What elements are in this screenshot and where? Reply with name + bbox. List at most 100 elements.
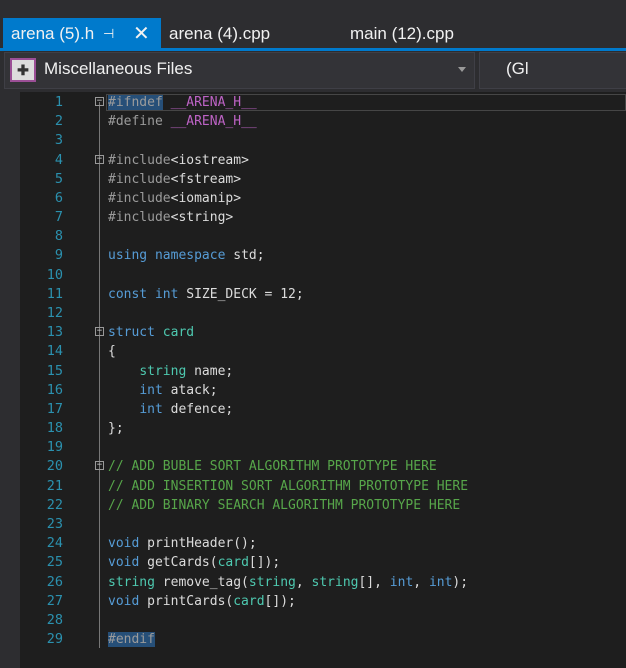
code-line[interactable]: 13 − struct card	[20, 323, 626, 342]
code-token: printCards(	[139, 593, 234, 609]
project-dropdown[interactable]: ✚ Miscellaneous Files	[4, 52, 475, 89]
code-text: string remove_tag(string, string[], int,…	[108, 573, 468, 592]
line-number: 20	[46, 458, 63, 475]
code-token: void	[108, 593, 140, 609]
line-number: 19	[46, 439, 63, 456]
code-token: <string>	[170, 210, 234, 226]
scope-dropdown[interactable]: (Gl	[479, 52, 626, 89]
code-token: int	[154, 286, 179, 302]
code-line[interactable]: 29 #endif	[20, 630, 626, 649]
code-token: string	[311, 574, 359, 590]
code-line[interactable]: 17 int defence;	[20, 400, 626, 419]
code-line[interactable]: 7 #include<string>	[20, 208, 626, 227]
close-icon[interactable]: ✕	[133, 18, 150, 50]
code-line[interactable]: 11 const int SIZE_DECK = 12;	[20, 285, 626, 304]
tab-label: arena (5).h	[11, 24, 95, 43]
line-number: 14	[46, 343, 63, 360]
code-line[interactable]: 20 −// ADD BUBLE SORT ALGORITHM PROTOTYPE…	[20, 457, 626, 476]
collapse-icon[interactable]: −	[95, 461, 104, 471]
code-token: atack;	[162, 382, 218, 398]
code-line[interactable]: 3	[20, 131, 626, 150]
code-token: using	[108, 248, 148, 264]
code-token: // ADD BINARY SEARCH ALGORITHM PROTOTYPE…	[108, 497, 461, 513]
code-line[interactable]: 14 {	[20, 342, 626, 361]
tab-arena-5-h[interactable]: arena (5).h ⊣ ✕	[3, 18, 161, 48]
code-line[interactable]: 15 string name;	[20, 362, 626, 381]
code-line[interactable]: 8	[20, 227, 626, 246]
code-text: #include<iostream>	[108, 151, 249, 170]
code-text: #ifndef __ARENA_H__	[108, 93, 257, 112]
code-text: void printHeader();	[108, 534, 257, 553]
code-token: #ifndef	[108, 95, 163, 110]
code-line[interactable]: 28	[20, 611, 626, 630]
code-token: string	[139, 363, 187, 379]
code-text: int defence;	[108, 400, 233, 419]
code-token: remove_tag(	[154, 574, 249, 590]
tab-label: arena (4).cpp	[169, 24, 271, 43]
code-line[interactable]: 9 using namespace std;	[20, 246, 626, 265]
code-token: void	[108, 536, 140, 552]
code-line[interactable]: 5 #include<fstream>	[20, 170, 626, 189]
code-line[interactable]: 23	[20, 515, 626, 534]
code-token: int	[139, 401, 163, 417]
code-line[interactable]: 16 int atack;	[20, 381, 626, 400]
collapse-icon[interactable]: −	[95, 154, 104, 164]
code-text: #include<string>	[108, 208, 233, 227]
code-text: };	[108, 419, 124, 438]
line-number: 11	[46, 285, 63, 302]
code-text: #define __ARENA_H__	[108, 112, 257, 131]
line-number: 7	[54, 209, 63, 226]
line-number: 9	[54, 247, 63, 264]
code-line[interactable]: 18};	[20, 419, 626, 438]
line-number: 6	[54, 189, 63, 206]
line-number: 15	[46, 362, 63, 379]
code-token: ,	[295, 574, 312, 590]
line-number: 8	[54, 228, 63, 245]
code-text: void getCards(card[]);	[108, 553, 280, 572]
code-line[interactable]: 10	[20, 266, 626, 285]
code-line[interactable]: 19	[20, 438, 626, 457]
code-token: []);	[264, 593, 296, 609]
code-line[interactable]: 22 // ADD BINARY SEARCH ALGORITHM PROTOTY…	[20, 496, 626, 515]
code-token: std;	[225, 248, 265, 264]
code-token: SIZE_DECK = 12;	[178, 286, 304, 302]
tab-main-12-cpp[interactable]: main (12).cpp	[342, 18, 454, 48]
code-line[interactable]: 6 #include<iomanip>	[20, 189, 626, 208]
code-token: );	[452, 574, 469, 590]
code-line[interactable]: 27 void printCards(card[]);	[20, 592, 626, 611]
line-number: 23	[46, 515, 63, 532]
pin-icon[interactable]: ⊣	[103, 18, 114, 50]
collapse-icon[interactable]: −	[95, 97, 104, 106]
collapse-icon[interactable]: −	[95, 327, 104, 337]
tab-arena-4-cpp[interactable]: arena (4).cpp	[161, 18, 270, 48]
code-line[interactable]: 21 // ADD INSERTION SORT ALGORITHM PROTOT…	[20, 477, 626, 496]
line-number: 28	[46, 611, 63, 628]
code-line[interactable]: 25 void getCards(card[]);	[20, 553, 626, 572]
code-editor[interactable]: 1− #ifndef __ARENA_H__ 2 #define __ARENA_H_…	[20, 92, 626, 668]
code-line[interactable]: 1 − #ifndef __ARENA_H__	[20, 93, 626, 112]
code-token: namespace	[154, 248, 226, 264]
line-number: 22	[46, 496, 63, 513]
code-line[interactable]: 4 − #include<iostream>	[20, 151, 626, 170]
tab-label: main (12).cpp	[350, 24, 454, 43]
code-token: <fstream>	[170, 171, 242, 187]
code-token: []);	[248, 555, 281, 571]
code-token: {	[108, 344, 116, 360]
code-token: #include	[108, 210, 171, 226]
code-token: struct	[108, 325, 155, 341]
code-token: // ADD INSERTION SORT ALGORITHM PROTOTYP…	[108, 478, 469, 494]
code-token: int	[139, 382, 163, 398]
code-line[interactable]: 2 #define __ARENA_H__	[20, 112, 626, 131]
code-text: // ADD INSERTION SORT ALGORITHM PROTOTYP…	[108, 477, 468, 496]
line-number: 1	[54, 94, 63, 110]
code-token: <iomanip>	[170, 190, 242, 206]
code-token: card	[217, 555, 249, 571]
code-token: string	[248, 574, 296, 590]
code-line[interactable]: 24 void printHeader();	[20, 534, 626, 553]
code-line[interactable]: 12	[20, 304, 626, 323]
code-line[interactable]: 26 string remove_tag(string, string[], in…	[20, 573, 626, 592]
code-token: };	[108, 421, 124, 437]
